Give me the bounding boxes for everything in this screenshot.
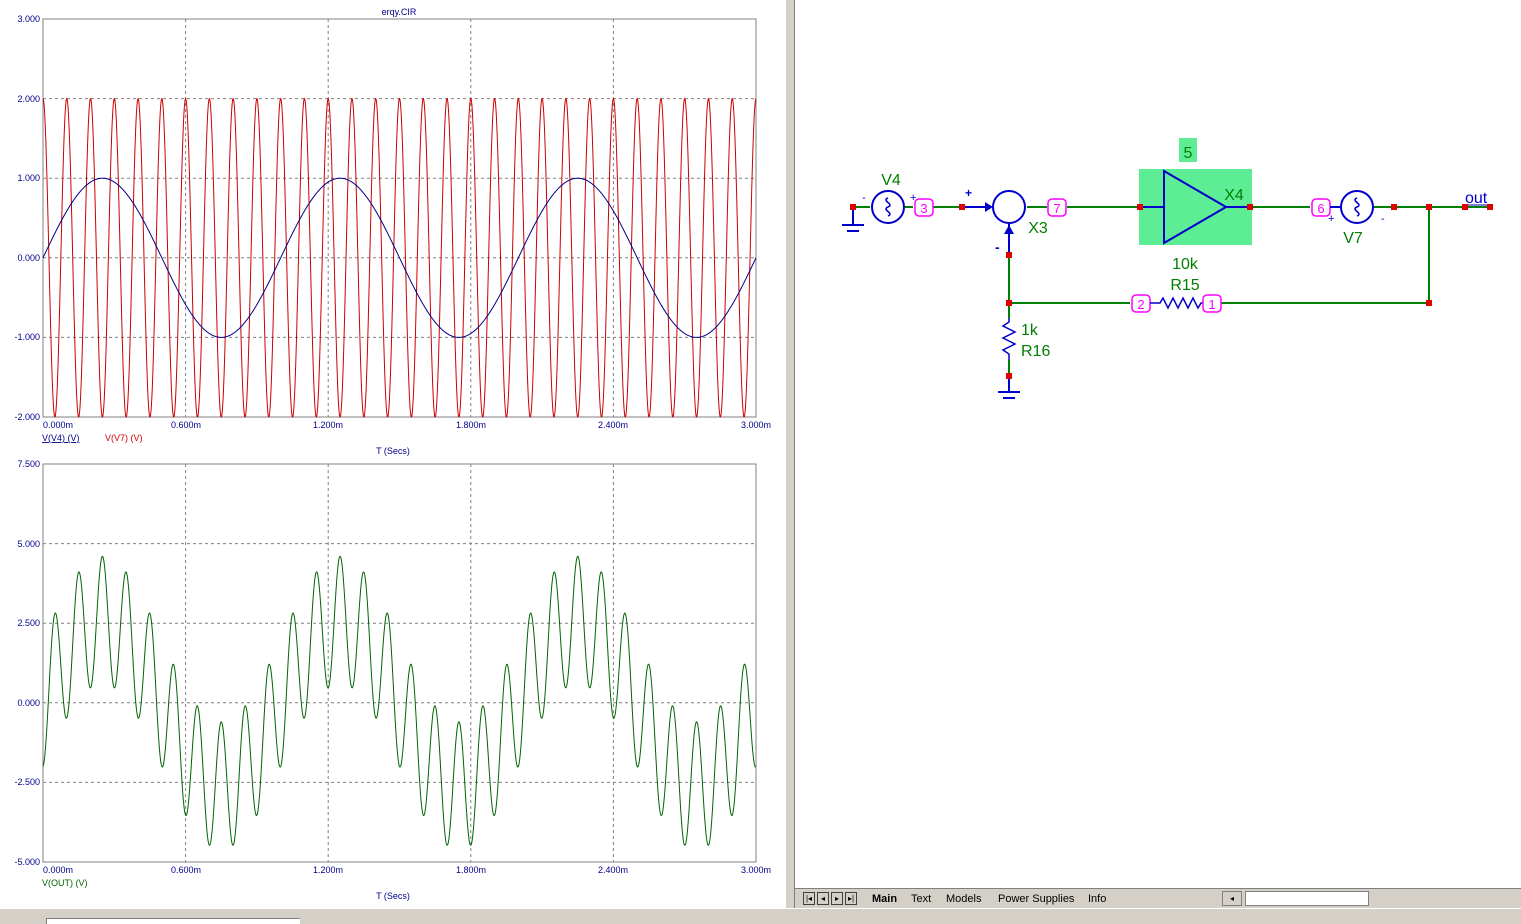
top-y-tick: -1.000: [14, 332, 40, 342]
legend-v4[interactable]: V(V4) (V): [42, 433, 80, 443]
resistor-icon: [1001, 318, 1017, 360]
label-v4: V4: [881, 172, 901, 189]
svg-text:2: 2: [1137, 297, 1144, 312]
top-x-tick-labels: 0.000m 0.600m 1.200m 1.800m 2.400m 3.000…: [43, 420, 771, 430]
tab-models[interactable]: Models: [946, 892, 981, 906]
top-y-tick: 2.000: [17, 94, 40, 104]
legend-v7[interactable]: V(V7) (V): [105, 433, 143, 443]
bottom-y-tick: -5.000: [14, 857, 40, 867]
tab-main[interactable]: Main: [872, 892, 897, 906]
top-y-tick: -2.000: [14, 412, 40, 422]
bottom-x-tick: 0.600m: [171, 865, 201, 875]
resistor-r15[interactable]: 2 1 10k R15: [1131, 256, 1222, 313]
r15-value: 10k: [1172, 256, 1199, 273]
tab-prev-button[interactable]: ◂: [817, 892, 829, 905]
resistor-icon: [1150, 296, 1211, 310]
sign-plus-x3: +: [965, 186, 972, 200]
tab-last-button[interactable]: ▸|: [845, 892, 857, 905]
bottom-y-tick: 7.500: [17, 459, 40, 469]
label-x4-gain: 5: [1184, 145, 1193, 162]
bottom-y-tick-labels: 7.500 5.000 2.500 0.000 -2.500 -5.000: [14, 459, 40, 867]
sign-minus-x3: -: [995, 239, 1000, 255]
label-x4: X4: [1224, 187, 1244, 204]
top-plot[interactable]: erqy.CIR 3.000 2.000 1.000 0.000 -1.000 …: [14, 7, 771, 456]
r16-value: 1k: [1021, 322, 1039, 339]
label-x3: X3: [1028, 220, 1048, 237]
top-x-tick: 0.000m: [43, 420, 73, 430]
sheet-tab-bar: |◂ ◂ ▸ ▸| Main Text Models Power Supplie…: [795, 888, 1521, 908]
bottom-y-tick: 2.500: [17, 618, 40, 628]
svg-text:1: 1: [1208, 297, 1215, 312]
top-x-tick: 0.600m: [171, 420, 201, 430]
top-plot-title: erqy.CIR: [382, 7, 417, 17]
bottom-plot-frame: [42, 463, 757, 863]
bottom-y-tick: 5.000: [17, 539, 40, 549]
horizontal-scrollbar[interactable]: [1245, 891, 1369, 906]
bottom-x-tick: 1.200m: [313, 865, 343, 875]
svg-text:6: 6: [1317, 201, 1324, 216]
tab-first-button[interactable]: |◂: [803, 892, 815, 905]
top-x-tick: 1.200m: [313, 420, 343, 430]
plot-pane: erqy.CIR 3.000 2.000 1.000 0.000 -1.000 …: [0, 0, 785, 908]
resistor-r16[interactable]: 1k R16: [1001, 318, 1050, 360]
svg-text:7: 7: [1053, 201, 1060, 216]
node-3: 3: [914, 198, 934, 217]
tab-text[interactable]: Text: [911, 892, 931, 906]
top-x-tick: 2.400m: [598, 420, 628, 430]
bottom-x-tick: 0.000m: [43, 865, 73, 875]
label-out[interactable]: out: [1465, 190, 1488, 207]
top-plot-frame: [42, 18, 757, 418]
top-x-axis-label: T (Secs): [376, 446, 410, 456]
top-y-tick: 3.000: [17, 14, 40, 24]
source-v7[interactable]: V7 + -: [1328, 190, 1385, 247]
source-v4[interactable]: V4 - +: [862, 172, 916, 224]
top-x-tick: 1.800m: [456, 420, 486, 430]
legend-vout[interactable]: V(OUT) (V): [42, 878, 88, 888]
bottom-x-tick: 3.000m: [741, 865, 771, 875]
status-field: [46, 918, 300, 924]
tab-power-supplies[interactable]: Power Supplies: [998, 892, 1074, 906]
top-y-tick: 1.000: [17, 173, 40, 183]
top-y-tick-labels: 3.000 2.000 1.000 0.000 -1.000 -2.000: [14, 14, 40, 422]
bottom-plot[interactable]: 7.500 5.000 2.500 0.000 -2.500 -5.000 0.…: [14, 459, 771, 901]
bottom-y-tick: -2.500: [14, 777, 40, 787]
schematic-canvas[interactable]: V4 - + 3 + - X3 7 5 X4 6 V7 + - out 2 1 …: [795, 0, 1521, 888]
tab-info[interactable]: Info: [1088, 892, 1106, 906]
top-x-tick: 3.000m: [741, 420, 771, 430]
bottom-y-tick: 0.000: [17, 698, 40, 708]
pane-splitter[interactable]: [785, 0, 795, 908]
schematic-svg: V4 - + 3 + - X3 7 5 X4 6 V7 + - out 2 1 …: [842, 138, 1493, 399]
bottom-x-axis-label: T (Secs): [376, 891, 410, 901]
r15-name: R15: [1170, 277, 1199, 294]
r16-name: R16: [1021, 343, 1050, 360]
svg-text:3: 3: [920, 201, 927, 216]
ground-icon: [842, 207, 864, 232]
summer-icon: [992, 190, 1026, 224]
bottom-x-tick: 1.800m: [456, 865, 486, 875]
summer-x3[interactable]: + - X3: [962, 186, 1048, 255]
tab-next-button[interactable]: ▸: [831, 892, 843, 905]
bottom-x-tick-labels: 0.000m 0.600m 1.200m 1.800m 2.400m 3.000…: [43, 865, 771, 875]
top-y-tick: 0.000: [17, 253, 40, 263]
plot-svg: erqy.CIR 3.000 2.000 1.000 0.000 -1.000 …: [14, 7, 771, 901]
sign-plus-v7: +: [1328, 213, 1334, 225]
scroll-left-button[interactable]: ◂: [1222, 891, 1242, 906]
label-v7: V7: [1343, 230, 1363, 247]
bottom-x-tick: 2.400m: [598, 865, 628, 875]
amplifier-x4[interactable]: 5 X4: [1139, 138, 1252, 245]
ground-icon: [998, 376, 1020, 399]
sign-minus-v7: -: [1381, 213, 1385, 225]
sign-minus: -: [862, 192, 866, 204]
node-7: 7: [1047, 198, 1067, 217]
